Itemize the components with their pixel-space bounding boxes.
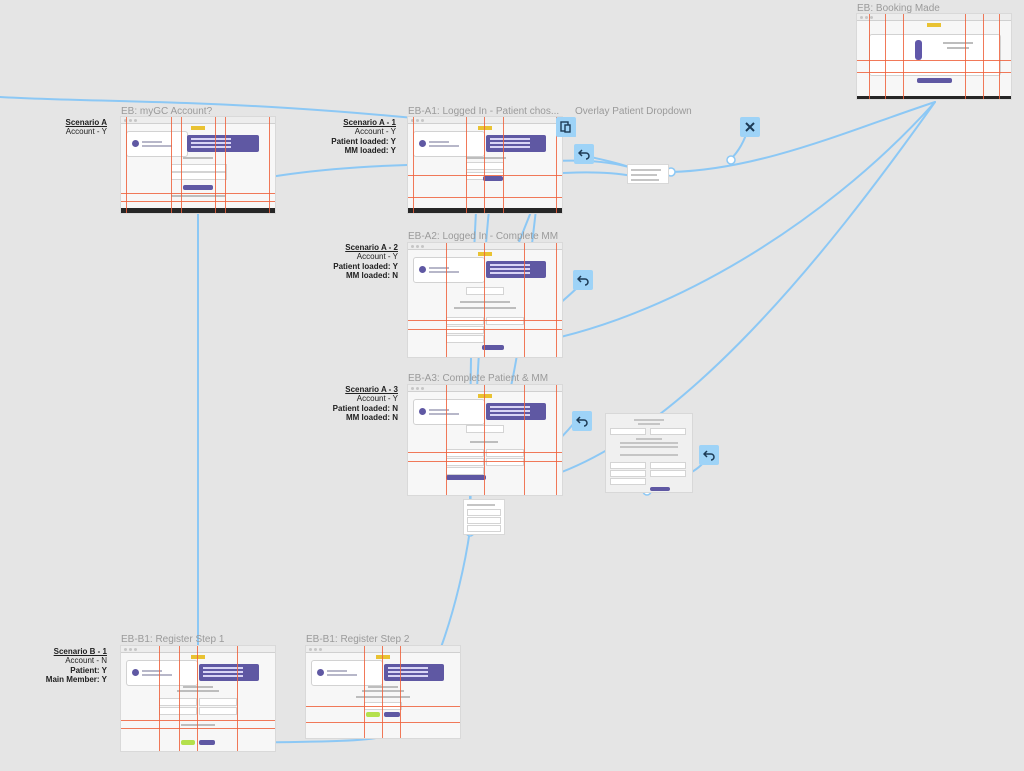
overlay-patient-dropdown[interactable] [628,165,668,183]
back-arrow-icon[interactable] [572,411,592,431]
frame-booking-made[interactable] [857,14,1011,99]
overlay-icon[interactable] [556,117,576,137]
patient-details-panel[interactable] [606,414,692,492]
frame-a2-complete-mm[interactable] [408,243,562,357]
frame-register-step-1[interactable] [121,646,275,751]
back-arrow-icon[interactable] [574,144,594,164]
frame-title-a2: EB-A2: Logged In - Complete MM [408,231,559,242]
scenario-a2-label: Scenario A - 2 Account - Y Patient loade… [333,243,398,281]
frame-register-step-2[interactable] [306,646,460,738]
frame-title-a1: EB-A1: Logged In - Patient chos... [408,106,560,117]
dropdown-options-panel[interactable] [464,500,504,534]
back-arrow-icon[interactable] [573,270,593,290]
frame-title-register-1: EB-B1: Register Step 1 [121,634,225,645]
scenario-a1-label: Scenario A - 1 Account - Y Patient loade… [331,118,396,156]
frame-title-a3: EB-A3: Complete Patient & MM [408,373,549,384]
scenario-b1-label: Scenario B - 1 Account - N Patient: Y Ma… [45,647,107,685]
frame-mygc-account[interactable] [121,117,275,213]
frame-title-overlay: Overlay Patient Dropdown [575,106,692,117]
connector-a2-to-booking [505,101,936,348]
frame-a3-complete-patient-mm[interactable] [408,385,562,495]
back-arrow-icon[interactable] [699,445,719,465]
scenario-a3-label: Scenario A - 3 Account - Y Patient loade… [332,385,398,423]
connector-overlay-to-booking [670,101,936,173]
frame-title-booking-made: EB: Booking Made [857,3,940,14]
frame-title-mygc-account: EB: myGC Account? [121,106,213,117]
close-icon[interactable] [740,117,760,137]
scenario-a-label: Scenario A Account - Y [65,118,108,137]
frame-title-register-2: EB-B1: Register Step 2 [306,634,410,645]
frame-a1-logged-in[interactable] [408,117,562,213]
